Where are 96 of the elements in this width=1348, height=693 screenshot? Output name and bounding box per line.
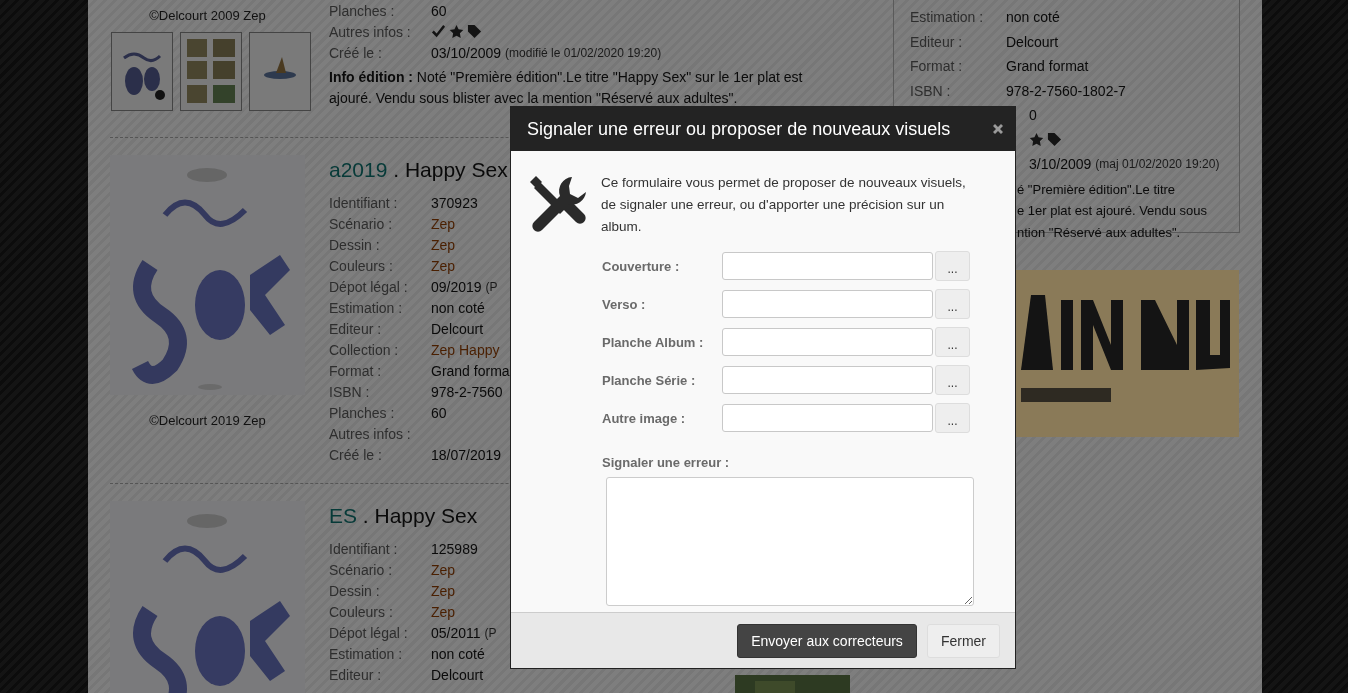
field-link[interactable]: Zep <box>431 236 456 253</box>
field-link[interactable]: Zep <box>431 257 456 274</box>
field-label: Estimation : <box>329 645 404 662</box>
field-label: Format : <box>910 58 964 75</box>
field-value: 978-2-7560-1802-7 <box>1006 82 1126 99</box>
close-button[interactable]: Fermer <box>926 623 1000 658</box>
field-value: 09/2019 <box>431 278 482 295</box>
send-button[interactable]: Envoyer aux correcteurs <box>737 623 917 658</box>
field-note: (P <box>485 279 498 294</box>
field-value: 125989 <box>431 540 478 557</box>
edition-info: e 1er plat est ajouré. Vendu sous <box>1017 202 1209 220</box>
edition-info: Info édition : Noté "Première édition".Le titre "Happy Sex" sur le 1er plat est ajouré. Vendu sous blister avec la mention "Réservé aux adultes". <box>329 68 804 108</box>
field-value: Delcourt <box>431 320 484 337</box>
edition-info: ntion "Réservé aux adultes". <box>1017 223 1182 242</box>
field-link[interactable]: Zep Happy <box>431 341 500 358</box>
field-label: Format : <box>329 362 383 379</box>
browse-button[interactable]: ... <box>935 403 970 433</box>
field-label: Dépot légal : <box>329 624 409 641</box>
field-value: Delcourt <box>1006 33 1059 50</box>
field-label: Créé le : <box>329 44 383 61</box>
field-value: Grand forma <box>431 362 510 379</box>
check-icon <box>431 24 446 39</box>
album-title: . Happy Sex <box>361 503 478 529</box>
field-label: Signaler une erreur : <box>602 455 731 471</box>
field-label: Planches : <box>329 404 396 421</box>
field-label: Scénario : <box>329 561 394 578</box>
dialog-description: Ce formulaire vous permet de proposer de nouveaux visuels, de signaler une erreur, ou d'apporter une précision sur un album. <box>601 174 967 236</box>
field-value: 0 <box>1029 107 1037 124</box>
field-label: Créé le : <box>329 446 383 463</box>
field-label: Autre image : <box>602 410 687 426</box>
field-label: Verso : <box>602 296 647 312</box>
url-field[interactable] <box>722 252 933 280</box>
field-label: Collection : <box>329 341 400 358</box>
field-label: Couleurs : <box>329 257 394 274</box>
field-label: Dépot légal : <box>329 278 409 295</box>
tag-icon <box>1047 132 1062 148</box>
edition-code-link[interactable]: a2019 <box>329 155 388 185</box>
star-icon <box>449 24 464 39</box>
field-label: Estimation : <box>910 9 985 26</box>
image-credit: ©Delcourt 2019 Zep <box>149 412 266 430</box>
field-label: Planche Série : <box>602 372 697 388</box>
star-icon <box>1029 132 1044 148</box>
comment-field[interactable] <box>606 477 974 606</box>
field-note: (maj 01/02/2020 19:20) <box>1095 157 1220 172</box>
edition-code-link[interactable]: ES <box>329 501 357 531</box>
field-label: Editeur : <box>910 33 964 50</box>
tools-icon <box>528 174 588 234</box>
field-link[interactable]: Zep <box>431 215 456 232</box>
field-label: Planches : <box>329 2 396 19</box>
tag-icon <box>467 24 482 39</box>
field-note: (modifié le 01/02/2020 19:20) <box>505 45 662 60</box>
field-label: Dessin : <box>329 582 381 599</box>
field-label: Planche Album : <box>602 334 705 350</box>
album-title: . Happy Sex <box>392 157 508 183</box>
edition-info: é "Première édition".Le titre <box>1017 180 1177 199</box>
field-link[interactable]: Zep <box>431 582 456 599</box>
url-field[interactable] <box>722 290 933 318</box>
field-value: 03/10/2009 <box>431 44 502 61</box>
field-value: non coté <box>1006 9 1060 26</box>
field-value: 60 <box>431 404 447 421</box>
field-value: 60 <box>431 2 447 19</box>
field-label: Estimation : <box>329 299 404 316</box>
field-label: Dessin : <box>329 236 381 253</box>
field-label: Identifiant : <box>329 540 399 557</box>
field-value: non coté <box>431 299 485 316</box>
field-label: Couleurs : <box>329 603 394 620</box>
url-field[interactable] <box>722 404 933 432</box>
field-label: Couverture : <box>602 258 681 274</box>
field-label: ISBN : <box>910 82 952 99</box>
field-value: Delcourt <box>431 666 484 683</box>
field-value: 18/07/2019 <box>431 446 502 463</box>
browse-button[interactable]: ... <box>935 327 970 357</box>
browse-button[interactable]: ... <box>935 365 970 395</box>
field-value: 978-2-7560 <box>431 383 503 400</box>
dialog-title: Signaler une erreur ou proposer de nouveaux visuels <box>527 118 951 140</box>
close-icon[interactable] <box>991 122 1005 136</box>
url-field[interactable] <box>722 366 933 394</box>
browse-button[interactable]: ... <box>935 289 970 319</box>
field-value: Grand format <box>1006 58 1089 75</box>
field-link[interactable]: Zep <box>431 603 456 620</box>
field-label: Autres infos : <box>329 425 412 442</box>
field-note: (P <box>484 625 497 640</box>
field-label: Editeur : <box>329 666 383 683</box>
field-value: 370923 <box>431 194 478 211</box>
field-label: ISBN : <box>329 383 371 400</box>
field-value: non coté <box>431 645 485 662</box>
field-label: Scénario : <box>329 215 394 232</box>
field-value: 05/2011 <box>431 624 481 641</box>
field-label: Identifiant : <box>329 194 399 211</box>
url-field[interactable] <box>722 328 933 356</box>
field-link[interactable]: Zep <box>431 561 456 578</box>
field-value: 3/10/2009 <box>1029 156 1092 173</box>
browse-button[interactable]: ... <box>935 251 970 281</box>
field-label: Editeur : <box>329 320 383 337</box>
field-label: Autres infos : <box>329 23 412 40</box>
image-credit: ©Delcourt 2009 Zep <box>149 7 266 25</box>
